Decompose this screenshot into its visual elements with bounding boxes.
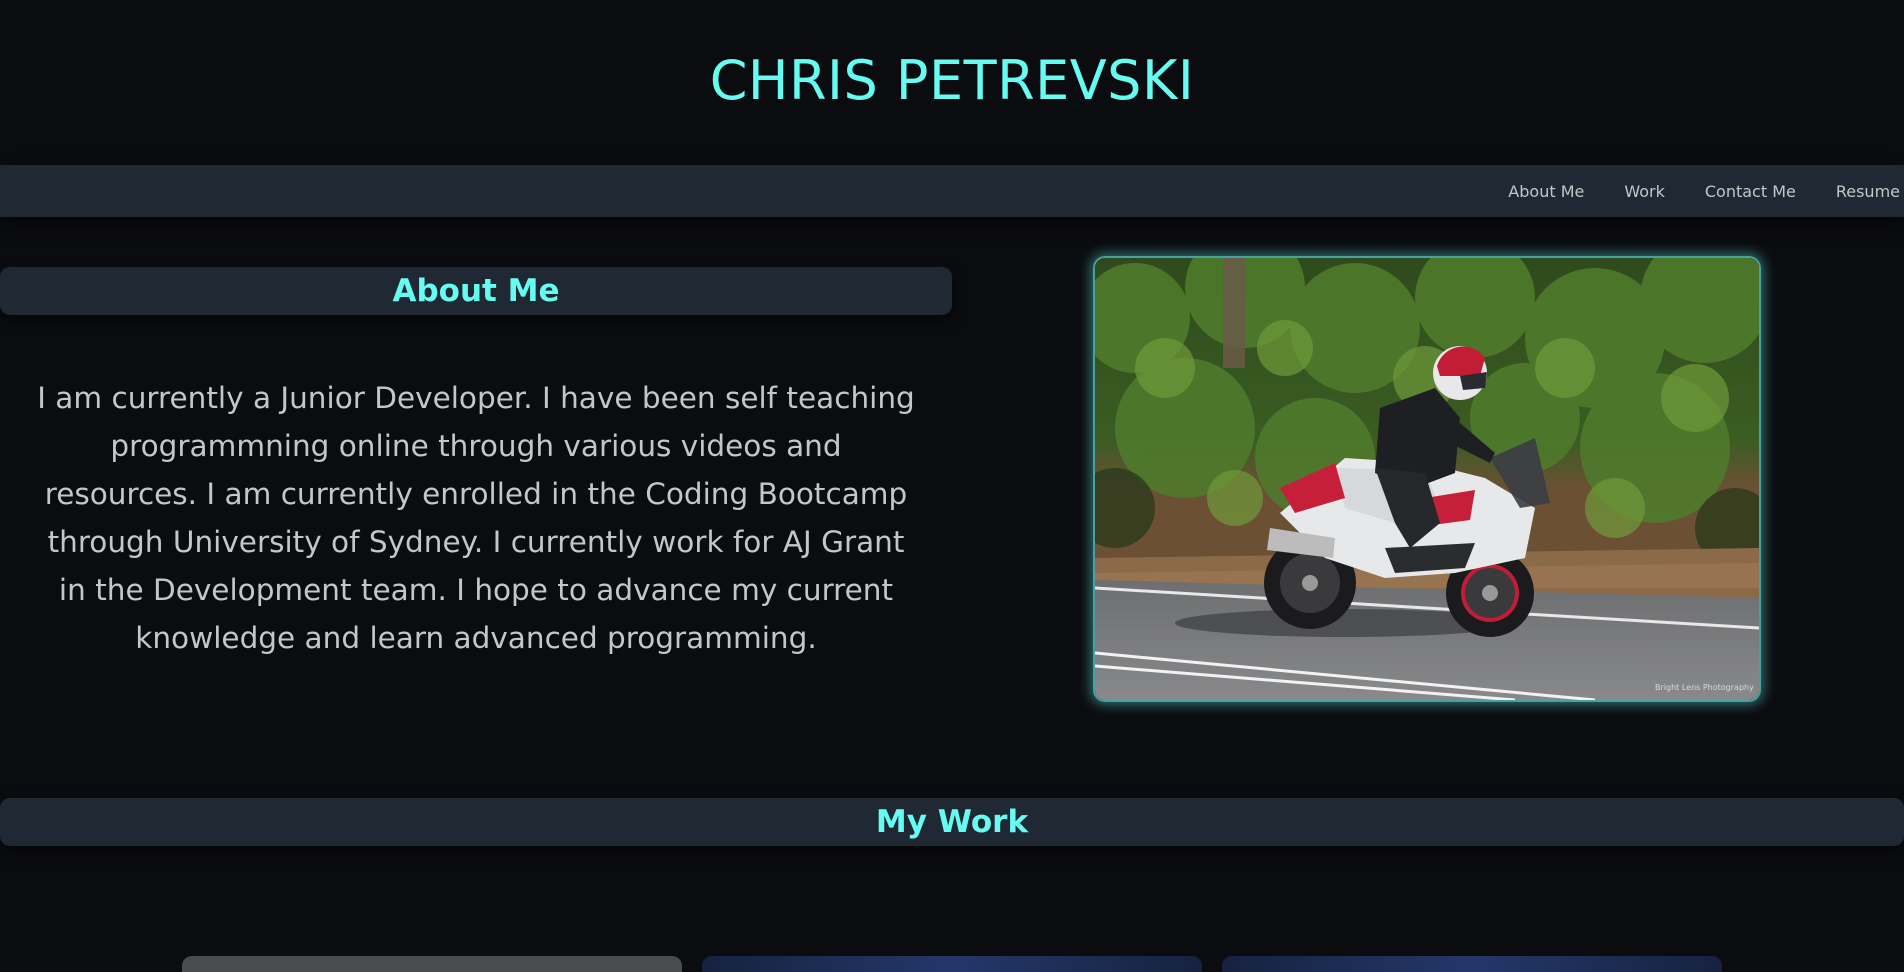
nav-bar: About Me Work Contact Me Resume — [0, 165, 1904, 217]
nav-link-about-me[interactable]: About Me — [1508, 182, 1584, 201]
work-card-2[interactable] — [702, 956, 1202, 972]
photo-watermark: Bright Lens Photography — [1655, 683, 1754, 692]
site-title: CHRIS PETREVSKI — [709, 49, 1195, 112]
nav-link-contact-me[interactable]: Contact Me — [1705, 182, 1796, 201]
work-card-3[interactable] — [1222, 956, 1722, 972]
profile-photo: Bright Lens Photography — [1093, 256, 1761, 702]
nav-link-work[interactable]: Work — [1624, 182, 1665, 201]
work-card-1[interactable] — [182, 956, 682, 972]
nav-link-resume[interactable]: Resume — [1836, 182, 1900, 201]
about-section-title: About Me — [392, 273, 560, 309]
site-header: CHRIS PETREVSKI — [0, 0, 1904, 165]
work-section-header: My Work — [0, 798, 1904, 846]
about-description: I am currently a Junior Developer. I hav… — [37, 381, 915, 655]
about-section-header: About Me — [0, 267, 952, 315]
work-section-title: My Work — [875, 804, 1029, 840]
motorcycle-photo-image: Bright Lens Photography — [1095, 258, 1759, 700]
